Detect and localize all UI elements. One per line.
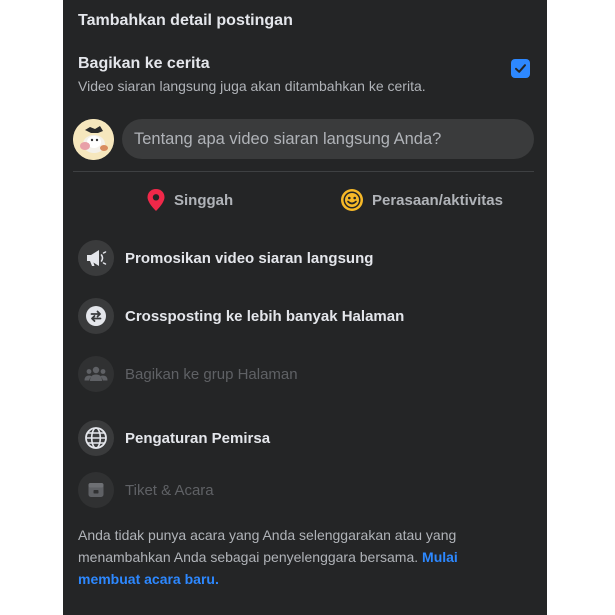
share-to-story-checkbox[interactable] [511,59,530,78]
megaphone-icon-circle [78,240,114,276]
share-to-page-group-label: Bagikan ke grup Halaman [125,365,298,383]
events-info-message: Anda tidak punya acara yang Anda selengg… [78,527,457,565]
ticket-icon [88,483,104,497]
ticket-icon-circle [78,472,114,508]
check-in-label: Singgah [174,191,234,209]
megaphone-icon [87,250,107,266]
events-info-text: Anda tidak punya acara yang Anda selengg… [78,524,508,590]
audience-settings-label: Pengaturan Pemirsa [125,429,271,447]
globe-icon-circle [78,420,114,456]
crosspost-option[interactable]: Crossposting ke lebih banyak Halaman [78,298,518,334]
crosspost-arrows-icon [86,306,106,326]
check-in-button[interactable]: Singgah [146,184,233,216]
crosspost-icon-circle [78,298,114,334]
crosspost-label: Crossposting ke lebih banyak Halaman [125,307,405,325]
feeling-activity-button[interactable]: Perasaan/aktivitas [340,184,503,216]
check-icon [515,64,526,73]
promote-live-video-option[interactable]: Promosikan video siaran langsung [78,240,518,276]
share-to-story-title: Bagikan ke cerita [78,55,210,72]
divider [73,171,534,172]
smiley-icon [341,189,363,211]
tickets-events-option: Tiket & Acara [78,472,518,508]
promote-live-video-label: Promosikan video siaran langsung [125,249,374,267]
globe-icon [85,427,107,449]
share-to-story-subtitle: Video siaran langsung juga akan ditambah… [78,78,426,94]
post-details-panel: Tambahkan detail postingan Bagikan ke ce… [63,0,547,615]
group-icon [84,366,108,381]
avatar [73,119,114,160]
panel-title: Tambahkan detail postingan [78,12,293,29]
live-video-description-input-wrapper [122,119,534,159]
live-video-description-input[interactable] [122,119,534,159]
feeling-activity-label: Perasaan/aktivitas [372,191,503,209]
location-pin-icon [147,189,165,211]
audience-settings-option[interactable]: Pengaturan Pemirsa [78,420,518,456]
group-icon-circle [78,356,114,392]
tickets-events-label: Tiket & Acara [125,481,214,499]
share-to-page-group-option: Bagikan ke grup Halaman [78,356,518,392]
